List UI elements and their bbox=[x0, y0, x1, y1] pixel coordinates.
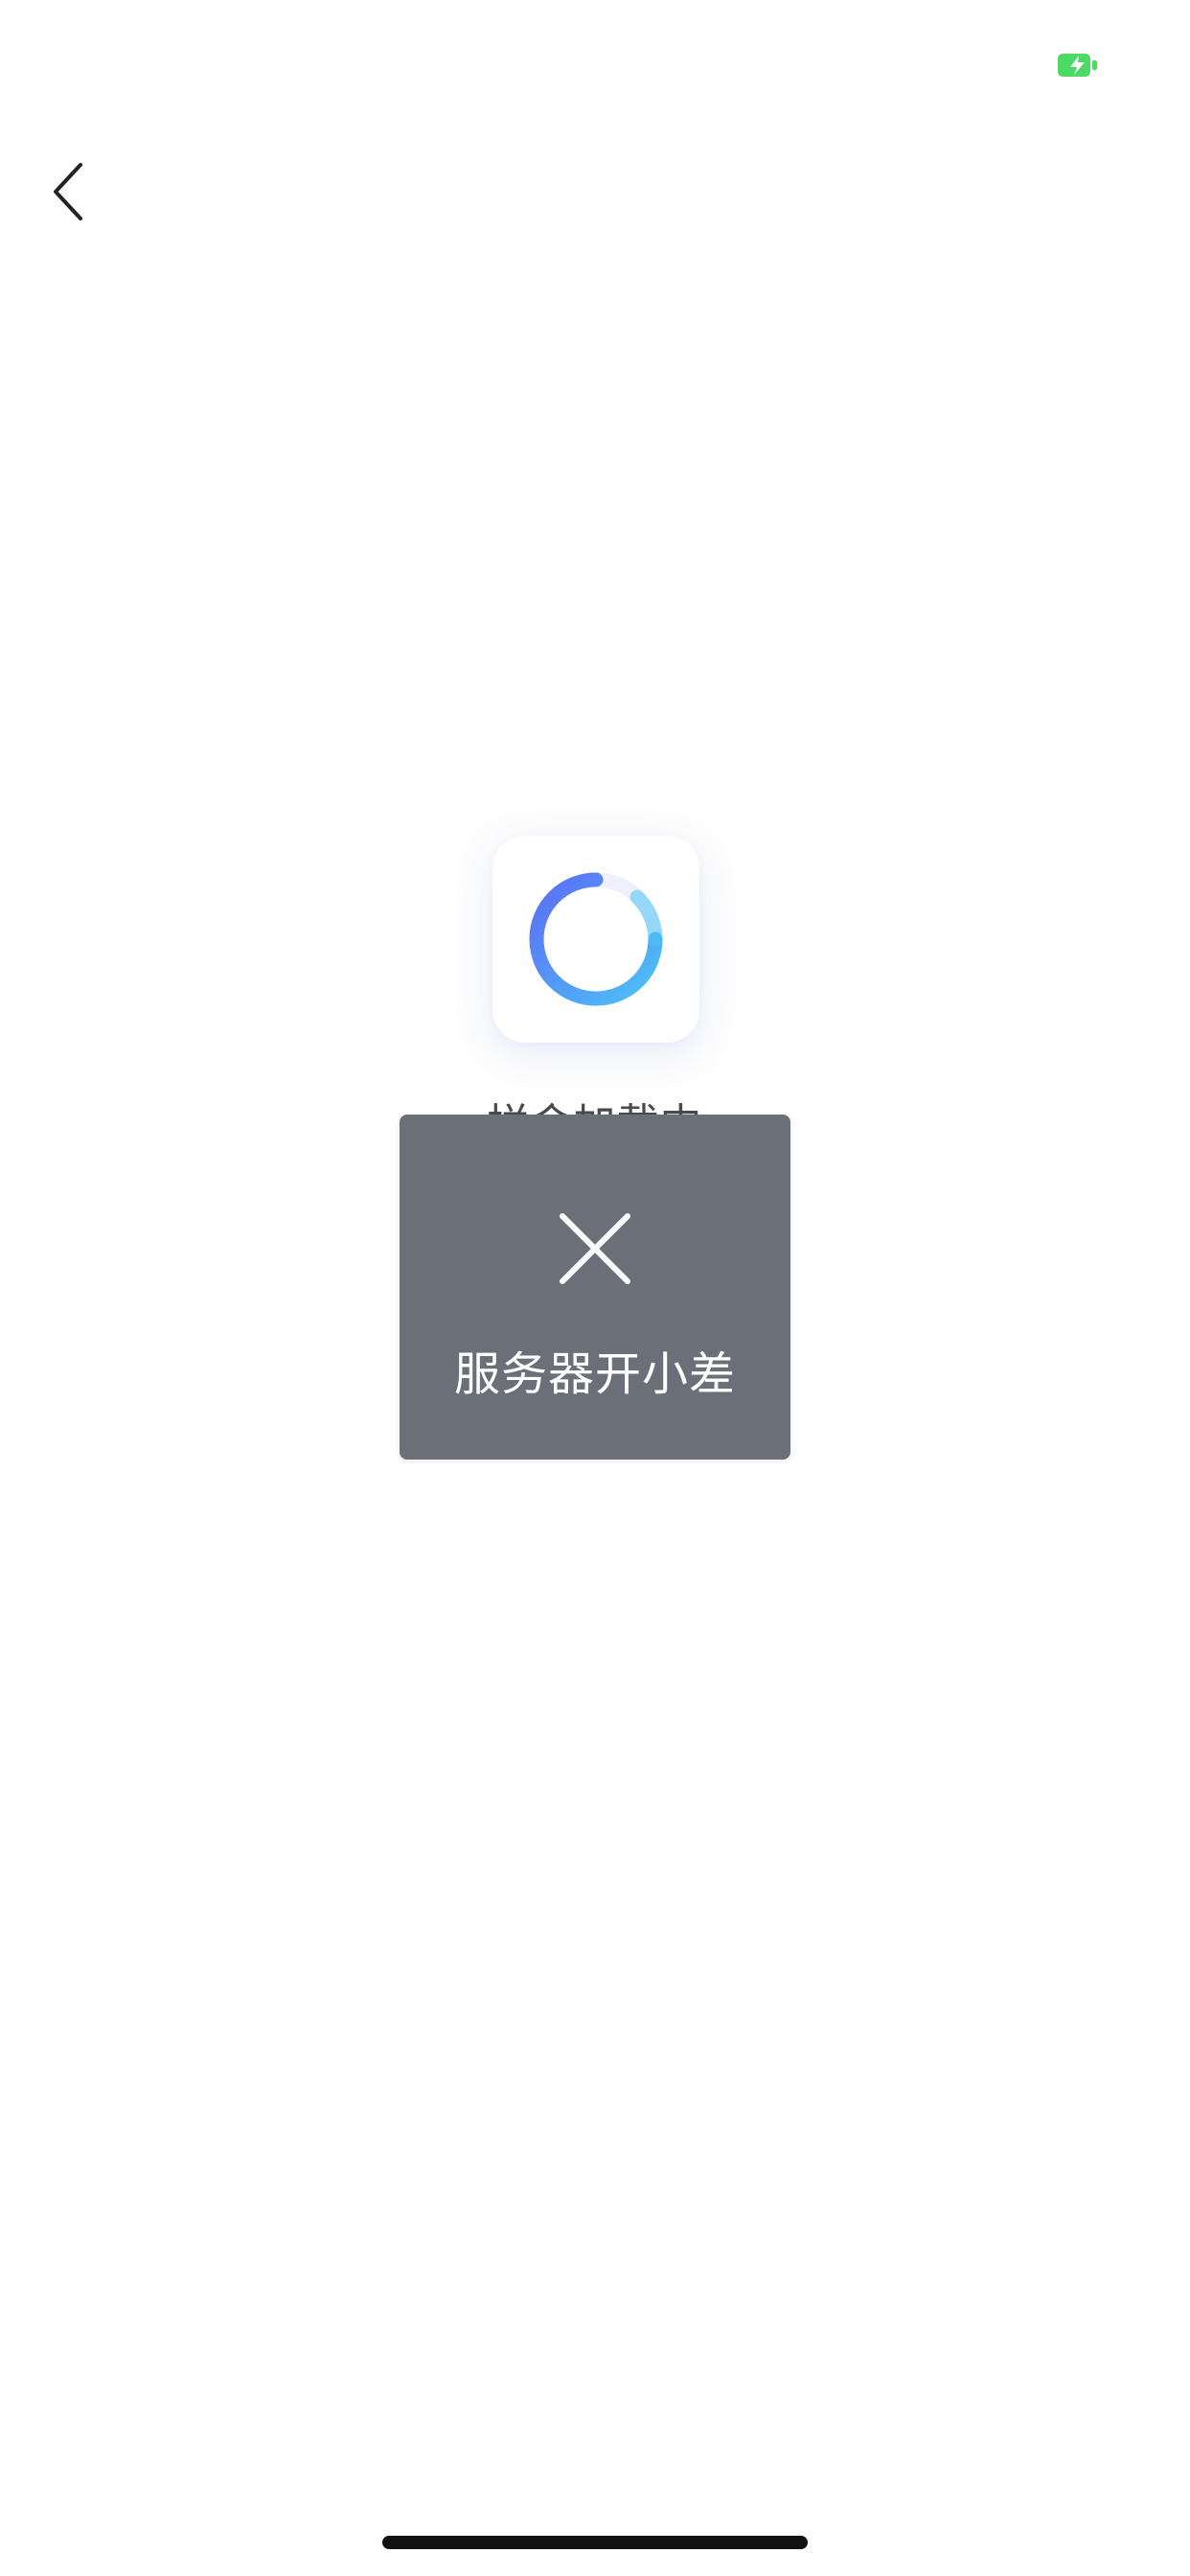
home-indicator[interactable] bbox=[382, 2536, 808, 2549]
toast-message: 服务器开小差 bbox=[453, 1347, 736, 1401]
back-button[interactable] bbox=[31, 146, 107, 238]
error-toast: 服务器开小差 bbox=[400, 1115, 790, 1460]
loading-card bbox=[492, 836, 699, 1043]
loading-spinner-icon bbox=[529, 872, 663, 1006]
battery-charging-icon bbox=[1058, 54, 1100, 77]
chevron-left-icon bbox=[54, 163, 82, 220]
close-icon bbox=[560, 1213, 630, 1284]
